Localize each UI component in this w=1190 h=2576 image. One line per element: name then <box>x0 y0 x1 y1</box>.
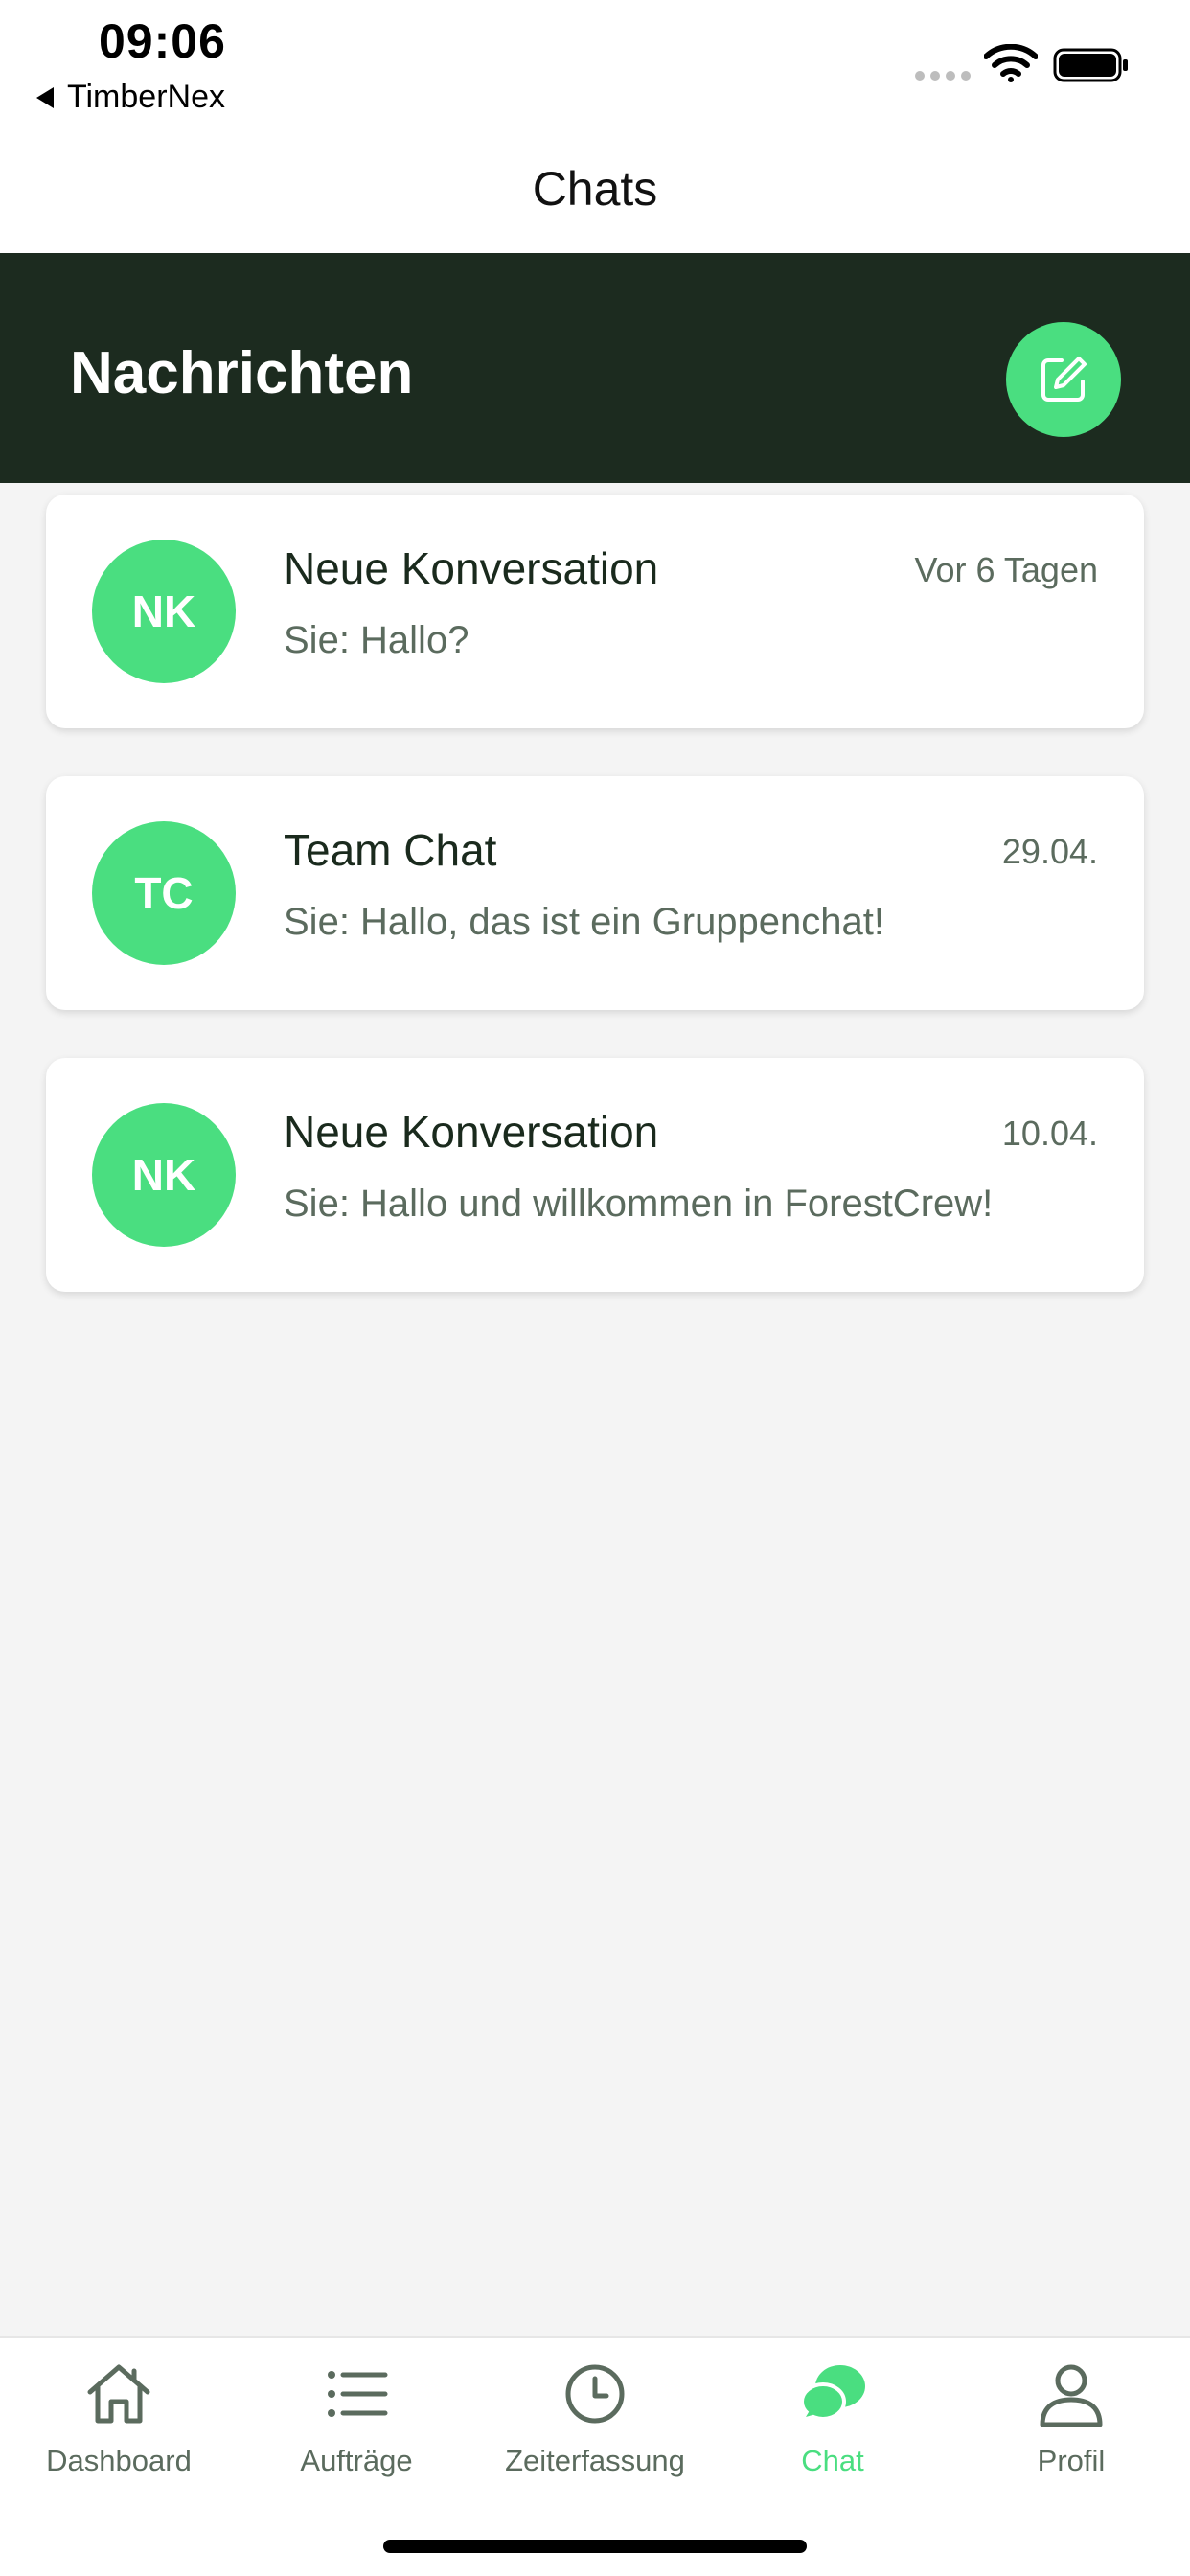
compose-button[interactable] <box>1006 322 1121 437</box>
back-to-app-button[interactable]: TimberNex <box>36 79 225 116</box>
chat-preview: Sie: Hallo? <box>284 619 469 661</box>
tab-label: Zeiterfassung <box>505 2444 685 2477</box>
tab-zeiterfassung[interactable]: Zeiterfassung <box>476 2358 714 2501</box>
chat-list-item[interactable]: NK Neue Konversation Vor 6 Tagen Sie: Ha… <box>46 494 1144 728</box>
tab-profil[interactable]: Profil <box>952 2358 1190 2501</box>
chat-timestamp: Vor 6 Tagen <box>914 550 1099 589</box>
chat-name: Team Chat <box>284 825 497 875</box>
tab-label: Dashboard <box>46 2444 192 2477</box>
chat-list-item[interactable]: NK Neue Konversation 10.04. Sie: Hallo u… <box>46 1058 1144 1292</box>
navigation-bar: Chats <box>0 134 1190 253</box>
chat-timestamp: 10.04. <box>1001 1114 1098 1153</box>
tab-chat[interactable]: Chat <box>714 2358 951 2501</box>
list-icon <box>328 2371 388 2417</box>
chat-preview: Sie: Hallo, das ist ein Gruppenchat! <box>284 901 885 943</box>
home-indicator[interactable] <box>383 2540 807 2553</box>
messages-header: Nachrichten <box>0 253 1190 483</box>
status-time: 09:06 <box>99 14 226 68</box>
status-bar: 09:06 TimberNex <box>0 0 1190 134</box>
tab-dashboard[interactable]: Dashboard <box>0 2358 238 2501</box>
chat-preview: Sie: Hallo und willkommen in ForestCrew! <box>284 1183 994 1225</box>
person-icon <box>1040 2364 1103 2427</box>
chat-bubbles-icon <box>800 2365 865 2421</box>
tab-label: Aufträge <box>300 2444 413 2477</box>
back-app-label: TimberNex <box>67 79 225 115</box>
battery-icon <box>1053 48 1128 82</box>
avatar: NK <box>92 1103 236 1247</box>
clock-icon <box>565 2364 625 2424</box>
tab-label: Profil <box>1037 2444 1106 2477</box>
chats-screen: 09:06 TimberNex Chats Nachrichten NK Neu… <box>0 0 1190 2576</box>
back-triangle-icon <box>36 86 54 108</box>
home-icon <box>87 2364 150 2424</box>
avatar: NK <box>92 540 236 683</box>
wifi-icon <box>984 44 1038 82</box>
chat-list: NK Neue Konversation Vor 6 Tagen Sie: Ha… <box>46 494 1144 1340</box>
tab-label: Chat <box>801 2444 864 2477</box>
avatar: TC <box>92 821 236 965</box>
tab-auftraege[interactable]: Aufträge <box>238 2358 475 2501</box>
chat-list-item[interactable]: TC Team Chat 29.04. Sie: Hallo, das ist … <box>46 776 1144 1010</box>
cellular-signal-icon <box>915 71 971 80</box>
chat-name: Neue Konversation <box>284 543 659 593</box>
header-title: Nachrichten <box>70 340 414 406</box>
compose-icon <box>1041 356 1087 402</box>
page-title: Chats <box>532 162 658 216</box>
chat-name: Neue Konversation <box>284 1107 659 1157</box>
chat-timestamp: 29.04. <box>1001 832 1098 871</box>
